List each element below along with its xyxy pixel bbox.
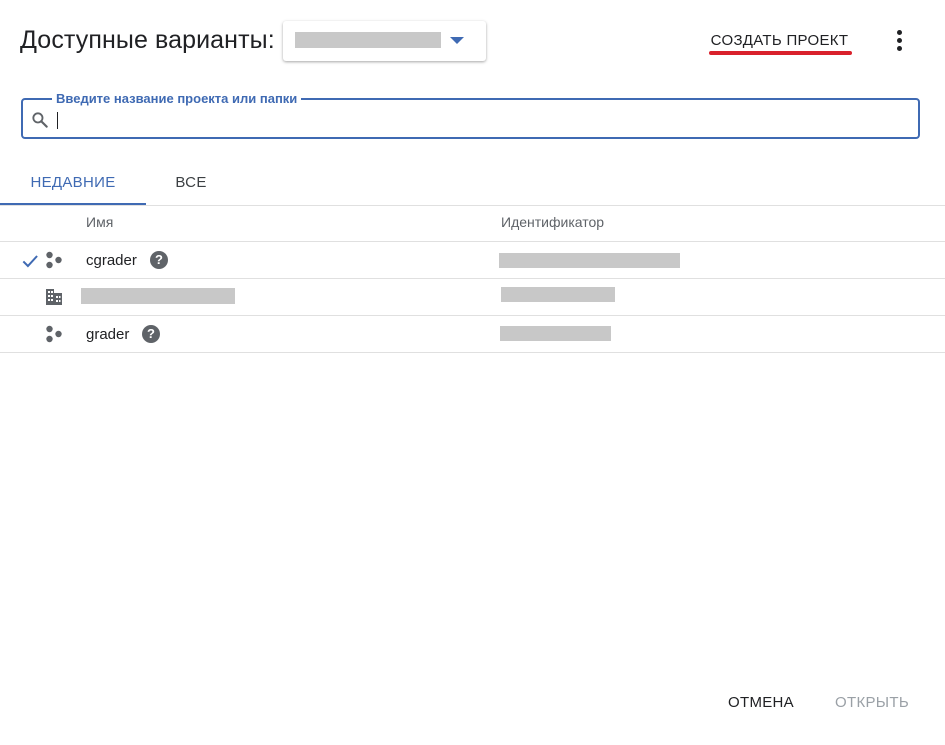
table-row[interactable]: [0, 279, 945, 316]
redacted-organization-row-name: [81, 288, 235, 304]
search-label: Введите название проекта или папки: [52, 91, 302, 106]
project-icon: [46, 325, 62, 343]
organization-icon: [46, 289, 62, 305]
search-icon: [32, 112, 48, 128]
select-project-dialog: Доступные варианты: СОЗДАТЬ ПРОЕКТ Введи…: [0, 0, 945, 745]
redacted-organization-name: [295, 32, 441, 48]
search-input[interactable]: [56, 108, 906, 132]
cancel-button[interactable]: ОТМЕНА: [720, 688, 802, 718]
tab-recent[interactable]: НЕДАВНИЕ: [0, 161, 146, 205]
help-icon[interactable]: ?: [142, 325, 160, 343]
organization-select[interactable]: [283, 21, 486, 61]
dialog-title: Доступные варианты:: [20, 26, 275, 54]
project-icon: [46, 251, 62, 269]
checkmark-icon: [22, 255, 38, 268]
row-name: grader: [86, 326, 130, 343]
column-header-id[interactable]: Идентификатор: [501, 214, 604, 230]
table-row[interactable]: cgrader ?: [0, 242, 945, 279]
tabs-divider: [0, 205, 945, 206]
dropdown-arrow-icon: [450, 37, 464, 44]
row-divider: [0, 352, 945, 353]
help-icon[interactable]: ?: [150, 251, 168, 269]
text-cursor: [57, 112, 58, 129]
redacted-project-id: [500, 326, 611, 341]
tab-all[interactable]: ВСЕ: [146, 161, 236, 205]
redacted-project-id: [499, 253, 680, 268]
redacted-organization-id: [501, 287, 615, 302]
more-options-icon[interactable]: [888, 26, 912, 56]
column-header-name[interactable]: Имя: [86, 214, 113, 230]
open-button[interactable]: ОТКРЫТЬ: [826, 688, 918, 718]
create-project-highlight: [709, 51, 852, 55]
row-name: cgrader: [86, 252, 137, 269]
table-row[interactable]: grader ?: [0, 316, 945, 353]
